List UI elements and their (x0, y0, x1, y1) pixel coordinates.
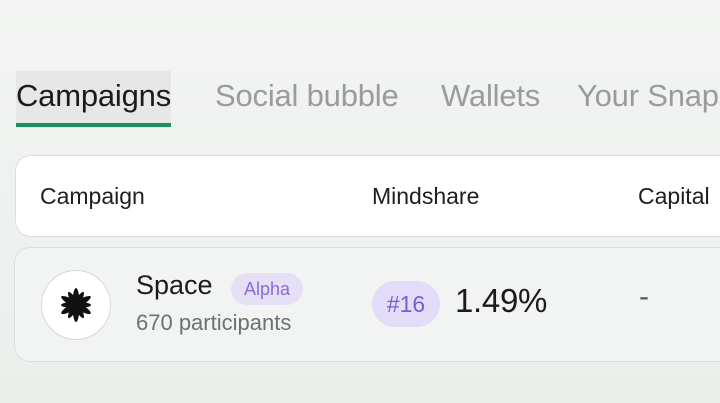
campaign-avatar (41, 270, 111, 340)
table-header: Campaign Mindshare Capital (15, 155, 720, 237)
tab-your-snaps[interactable]: Your Snaps (577, 71, 720, 123)
mindshare-value: 1.49% (455, 282, 548, 319)
campaign-name[interactable]: Space (136, 270, 213, 301)
tab-wallets[interactable]: Wallets (441, 71, 540, 123)
tab-bar: Campaigns Social bubble Wallets Your Sna… (16, 71, 720, 127)
capital-value: - (639, 280, 649, 313)
tab-campaigns[interactable]: Campaigns (16, 71, 171, 127)
mindshare-rank-badge: #16 (372, 281, 440, 327)
column-header-mindshare[interactable]: Mindshare (372, 156, 479, 236)
column-header-campaign[interactable]: Campaign (40, 156, 145, 236)
column-header-capital[interactable]: Capital (638, 156, 710, 236)
campaign-stage-badge: Alpha (231, 273, 304, 305)
table-row[interactable]: Space Alpha 670 participants #16 1.49% - (14, 247, 720, 362)
tab-social-bubble[interactable]: Social bubble (215, 71, 399, 123)
starburst-logo-icon (61, 288, 91, 322)
participants-count: 670 participants (136, 310, 292, 335)
